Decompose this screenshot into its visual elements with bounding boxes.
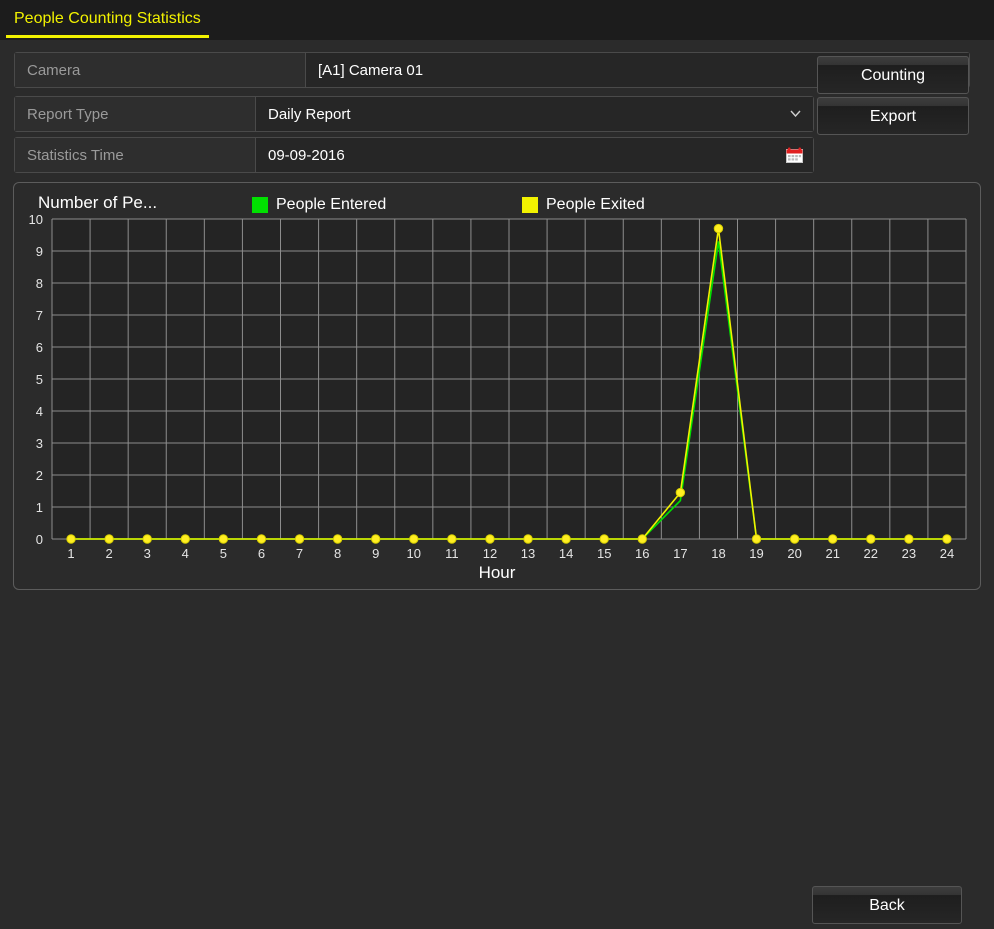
x-axis-tick-label: 9	[372, 546, 379, 561]
line-chart-svg: 0123456789101 2 3 4 5 6 7 8 9 10 11 12 13 14 15 16 17 18 1…	[29, 212, 967, 561]
calendar-icon[interactable]	[786, 147, 803, 163]
camera-label: Camera	[15, 53, 305, 87]
data-point-marker	[218, 534, 229, 544]
data-point-marker	[142, 534, 152, 544]
y-axis-tick-label: 5	[36, 372, 43, 387]
x-axis-tick-label: 1	[67, 546, 74, 561]
y-axis-tick-label: 10	[29, 212, 43, 227]
x-axis-title: Hour	[478, 563, 516, 582]
statistics-time-value: 09-09-2016	[268, 146, 345, 164]
back-button[interactable]: Back	[812, 886, 962, 924]
data-point-marker	[104, 534, 114, 544]
statistics-time-row: Statistics Time 09-09-2016	[14, 137, 814, 173]
y-axis-tick-label: 1	[36, 500, 43, 515]
x-axis-tick-label: 18	[711, 546, 725, 561]
data-point-marker	[256, 534, 267, 544]
x-axis-tick-label: 6	[258, 546, 265, 561]
data-point-marker	[561, 534, 571, 544]
report-type-select[interactable]: Daily Report	[255, 97, 813, 131]
y-axis-tick-label: 9	[36, 244, 43, 259]
plot-area: 0 1 2 3 4 5 6 7 8 9 10 1 2 3 4 5 6 7 8 9 10 11 12 13 14 15 16 17 18 1…	[14, 183, 980, 589]
x-axis-tick-label: 17	[673, 546, 687, 561]
data-point-marker	[180, 534, 190, 544]
x-axis-tick-label: 21	[825, 546, 839, 561]
x-axis-tick-label: 4	[182, 546, 189, 561]
x-axis-tick-label: 15	[597, 546, 611, 561]
statistics-time-field[interactable]: 09-09-2016	[255, 138, 813, 172]
y-axis-tick-label: 6	[36, 340, 43, 355]
x-axis-tick-label: 16	[635, 546, 649, 561]
x-axis-tick-label: 7	[296, 546, 303, 561]
y-axis-tick-label: 0	[36, 532, 43, 547]
data-point-marker	[332, 534, 343, 544]
y-axis-tick-label: 8	[36, 276, 43, 291]
data-point-marker	[294, 534, 305, 544]
data-point-marker	[828, 534, 838, 544]
x-axis-tick-label: 20	[787, 546, 801, 561]
tab-bar: People Counting Statistics	[0, 0, 994, 40]
data-point-marker	[66, 534, 76, 544]
x-axis-tick-label: 23	[902, 546, 916, 561]
x-axis-tick-label: 11	[445, 546, 459, 561]
people-counting-chart-panel: Number of Pe... People Entered People Ex…	[13, 182, 981, 590]
chevron-down-icon	[790, 110, 801, 117]
data-point-marker	[371, 534, 381, 544]
data-point-marker	[751, 534, 762, 544]
x-axis-tick-label: 14	[559, 546, 573, 561]
export-button[interactable]: Export	[817, 97, 969, 135]
counting-button[interactable]: Counting	[817, 56, 969, 94]
report-type-label: Report Type	[15, 97, 255, 131]
x-axis-tick-label: 22	[864, 546, 878, 561]
data-point-marker	[866, 534, 876, 544]
data-point-marker	[447, 534, 457, 544]
y-axis-tick-label: 3	[36, 436, 43, 451]
x-axis-tick-label: 2	[106, 546, 113, 561]
y-axis-tick-label: 2	[36, 468, 43, 483]
x-axis-tick-label: 8	[334, 546, 341, 561]
x-axis-tick-label: 10	[407, 546, 421, 561]
data-point-marker	[713, 223, 724, 234]
x-axis-tick-label: 19	[749, 546, 763, 561]
tab-people-counting-statistics[interactable]: People Counting Statistics	[6, 5, 209, 38]
data-point-marker	[485, 534, 495, 544]
data-point-marker	[904, 534, 914, 544]
x-axis-tick-label: 12	[483, 546, 497, 561]
data-point-marker	[942, 534, 952, 544]
y-axis-tick-label: 4	[36, 404, 43, 419]
statistics-time-label: Statistics Time	[15, 138, 255, 172]
x-axis-tick-label: 13	[521, 546, 535, 561]
camera-value: [A1] Camera 01	[318, 61, 424, 79]
data-point-marker	[599, 534, 609, 544]
y-axis-tick-label: 7	[36, 308, 43, 323]
data-point-marker	[409, 534, 419, 544]
report-type-row: Report Type Daily Report	[14, 96, 814, 132]
x-axis-tick-label: 24	[940, 546, 954, 561]
data-point-marker	[675, 487, 686, 498]
data-point-marker	[789, 534, 800, 544]
x-axis-tick-label: 5	[220, 546, 227, 561]
report-type-value: Daily Report	[268, 105, 351, 123]
x-axis-tick-label: 3	[144, 546, 151, 561]
data-point-marker	[523, 534, 533, 544]
data-point-marker	[637, 534, 647, 544]
